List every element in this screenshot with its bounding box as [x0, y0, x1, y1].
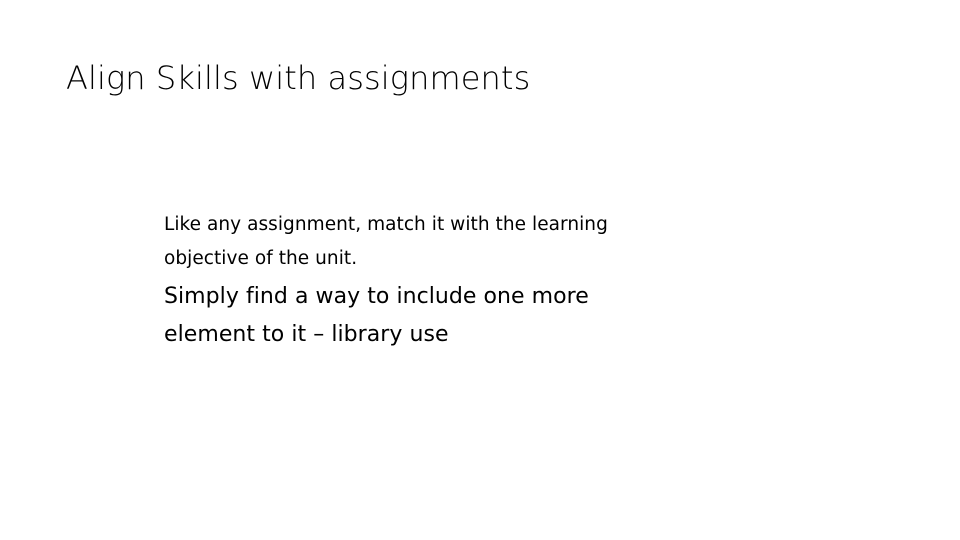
body-paragraph-1-line-2: objective of the unit.	[164, 247, 358, 269]
slide-canvas: Align Skills with assignments Like any a…	[0, 0, 960, 540]
body-paragraph-1: Like any assignment, match it with the l…	[164, 208, 712, 275]
body-paragraph-2-line-2: element to it – library use	[164, 322, 449, 347]
body-paragraph-1-line-1: Like any assignment, match it with the l…	[164, 214, 608, 235]
body-paragraph-2-line-1: Simply find a way to include one more	[164, 284, 589, 309]
slide-body-content: Like any assignment, match it with the l…	[164, 208, 712, 354]
body-paragraph-2: Simply find a way to include one more el…	[164, 278, 712, 354]
slide-title: Align Skills with assignments	[66, 59, 531, 97]
